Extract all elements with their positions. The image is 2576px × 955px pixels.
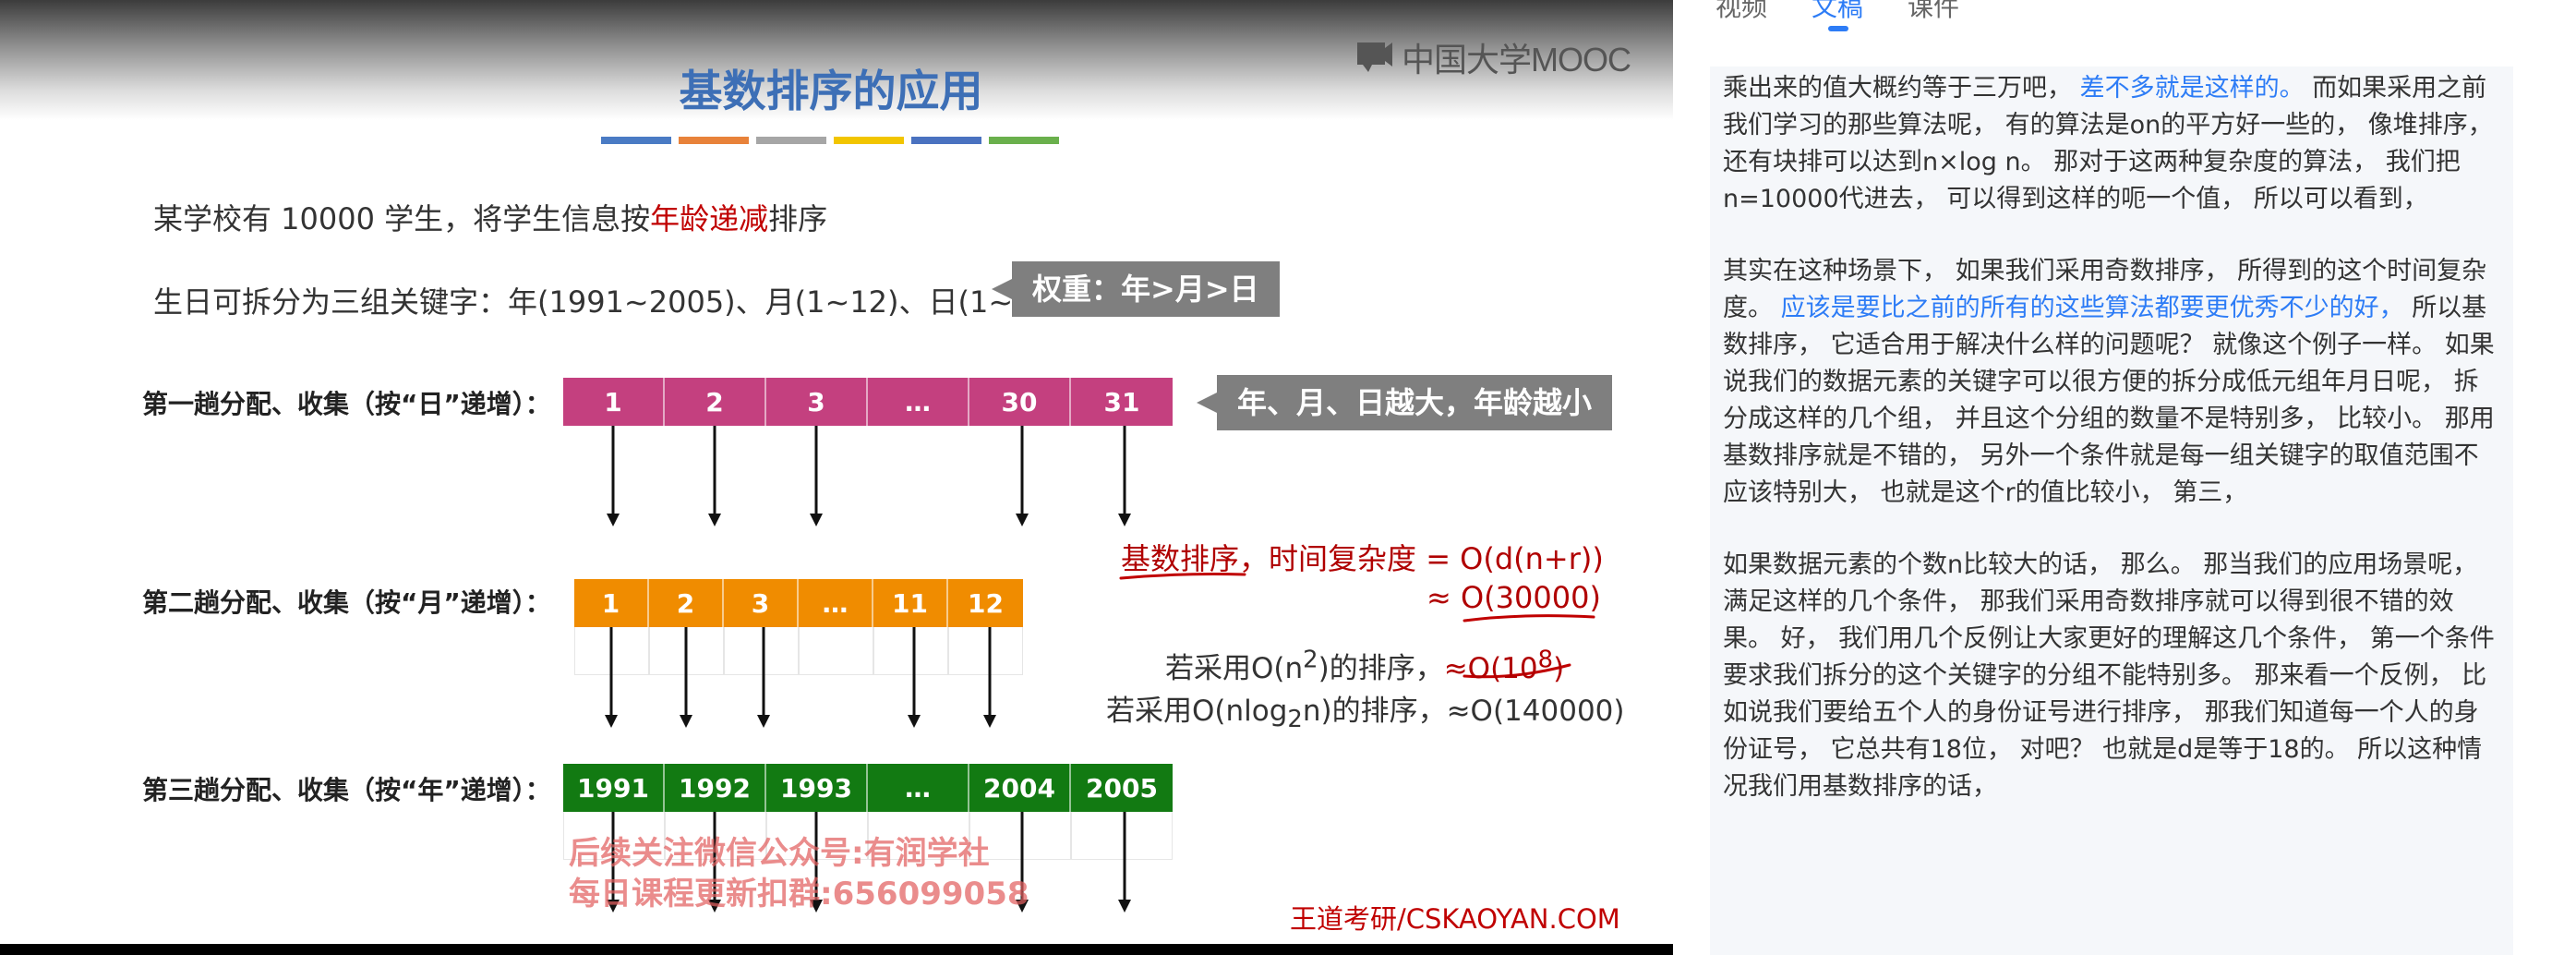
tab-transcript-label: 文稿 (1812, 0, 1864, 22)
active-tab-indicator (1828, 26, 1849, 31)
video-control-bar[interactable] (0, 944, 1673, 955)
complexity-formula: 基数排序，时间复杂度 = O(d(n+r)) (1121, 536, 1604, 578)
panel-tabs: 视频 文稿 课件 (1715, 0, 1959, 31)
alt2-suffix: n)的排序，≈O(140000) (1302, 695, 1625, 728)
alt1-sup: 2 (1303, 646, 1318, 674)
red-underline (1463, 614, 1595, 623)
complexity-text: 时间复杂度 = O(d(n+r)) (1269, 541, 1604, 576)
slide-credit: 王道考研/CSKAOYAN.COM (1290, 903, 1620, 935)
transcript-text: 所以基数排序， 它适合用于解决什么样的问题呢？ 就像这个例子一样。 如果说我们的… (1723, 294, 2495, 507)
alt1-mid: )的排序， (1318, 652, 1444, 685)
alt1-approx-base: ≈O(10 (1443, 652, 1538, 685)
transcript-paragraph[interactable]: 如果数据元素的个数n比较大的话， 那么。 那当我们的应用场景呢， 满足这样的几个… (1723, 547, 2500, 805)
watermark-line: 每日课程更新扣群:656099058 (569, 876, 1029, 913)
transcript-paragraph[interactable]: 其实在这种场景下， 如果我们采用奇数排序， 所得到的这个时间复杂度。 应该是要比… (1723, 253, 2500, 512)
alt1-approx: ≈O(108) (1443, 647, 1565, 685)
transcript-text: 乘出来的值大概约等于三万吧， (1723, 74, 2072, 103)
alt1-approx-close: ) (1553, 652, 1565, 685)
transcript-highlight[interactable]: 应该是要比之前的所有的这些算法都要更优秀不少的好， (1781, 294, 2404, 322)
complexity-label: 基数排序， (1121, 541, 1270, 576)
diagram-arrows (605, 426, 1595, 913)
transcript-paragraph[interactable]: 乘出来的值大概约等于三万吧， 差不多就是这样的。 而如果采用之前我们学习的那些算… (1723, 70, 2500, 218)
tab-video[interactable]: 视频 (1715, 0, 1767, 24)
transcript-body[interactable]: 乘出来的值大概约等于三万吧， 差不多就是这样的。 而如果采用之前我们学习的那些算… (1710, 66, 2513, 955)
alt2-sub: 2 (1287, 706, 1303, 734)
transcript-text: 如果数据元素的个数n比较大的话， 那么。 那当我们的应用场景呢， 满足这样的几个… (1723, 550, 2495, 801)
video-player[interactable]: 中国大学MOOC 基数排序的应用 某学校有 10000 学生，将学生信息按年龄递… (0, 0, 1673, 955)
transcript-highlight[interactable]: 差不多就是这样的。 (2080, 74, 2305, 103)
tab-courseware[interactable]: 课件 (1908, 0, 1959, 24)
alt1-prefix: 若采用O(n (1165, 652, 1304, 685)
side-panel: 视频 文稿 课件 乘出来的值大概约等于三万吧， 差不多就是这样的。 而如果采用之… (1673, 0, 2576, 955)
watermark-line: 后续关注微信公众号:有润学社 (569, 835, 990, 872)
watermark: 后续关注微信公众号:有润学社 每日课程更新扣群:656099058 (569, 833, 1029, 914)
tab-transcript[interactable]: 文稿 (1812, 0, 1864, 31)
alt1-approx-sup: 8 (1537, 646, 1554, 674)
alt-n2-line: 若采用O(n2)的排序，≈O(108) (1165, 645, 1564, 686)
alt2-prefix: 若采用O(nlog (1106, 695, 1288, 728)
complexity-approx: ≈ O(30000) (1426, 580, 1601, 615)
alt-nlogn-line: 若采用O(nlog2n)的排序，≈O(140000) (1106, 687, 1625, 733)
